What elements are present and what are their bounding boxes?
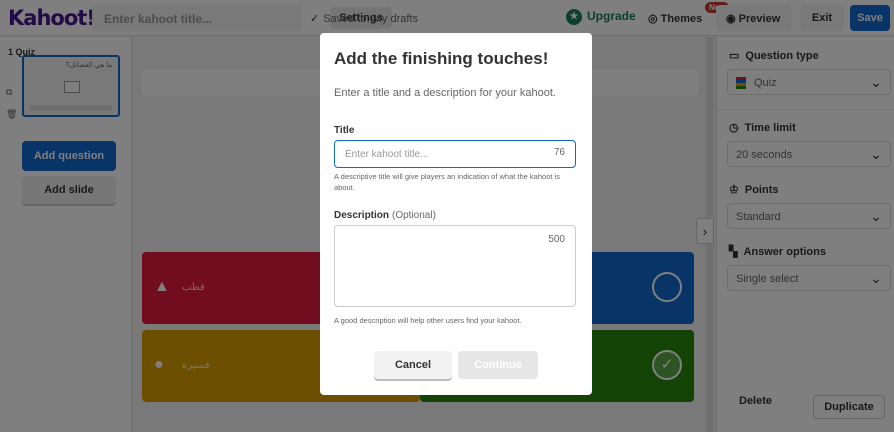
- title-field-placeholder: Enter kahoot title...: [345, 149, 429, 160]
- title-char-counter: 76: [553, 147, 565, 158]
- continue-button[interactable]: Continue: [458, 351, 538, 379]
- description-char-counter: 500: [548, 234, 565, 245]
- title-label: Title: [334, 125, 355, 136]
- description-hint: A good description will help other users…: [334, 316, 522, 325]
- title-field[interactable]: Enter kahoot title... 76: [334, 140, 576, 168]
- description-label: Description (Optional): [334, 210, 436, 221]
- finishing-touches-dialog: Add the finishing touches! Enter a title…: [320, 33, 592, 395]
- description-label-text: Description: [334, 210, 390, 221]
- dialog-subtitle: Enter a title and a description for your…: [334, 87, 556, 99]
- title-hint: A descriptive title will give players an…: [334, 172, 560, 192]
- cancel-button[interactable]: Cancel: [374, 351, 452, 379]
- dialog-heading: Add the finishing touches!: [334, 49, 549, 68]
- description-optional: (Optional): [392, 210, 436, 221]
- description-field[interactable]: 500: [334, 225, 576, 307]
